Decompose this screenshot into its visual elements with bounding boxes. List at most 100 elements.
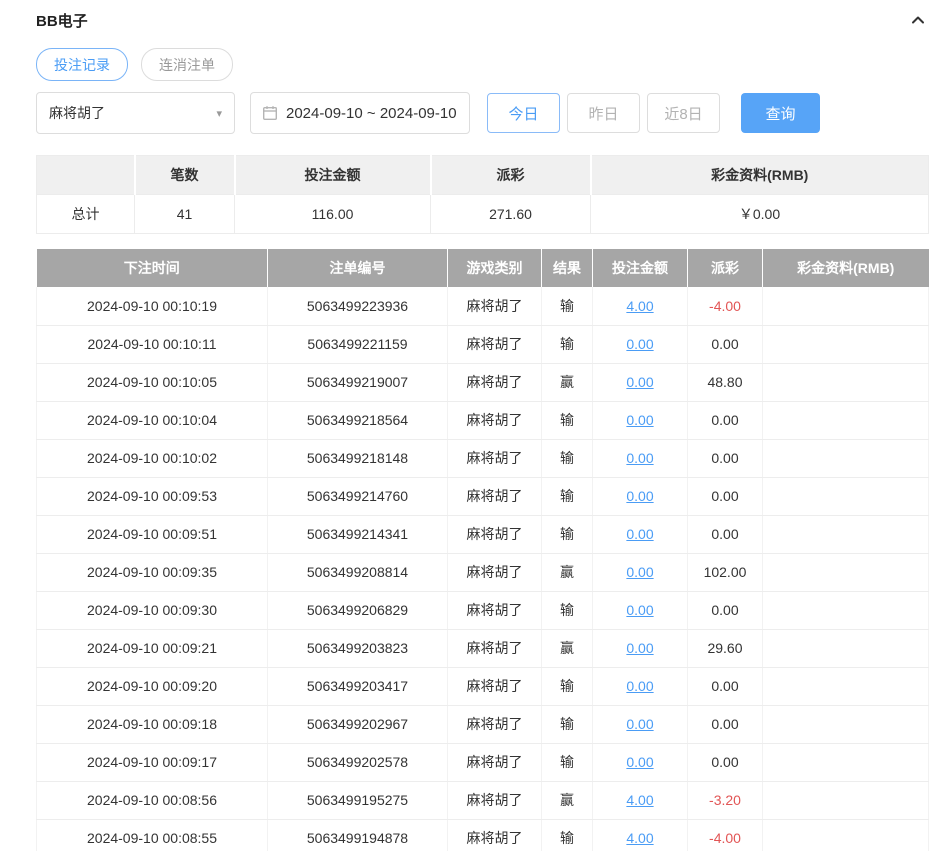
bet-amount-cell: 0.00 <box>593 363 688 401</box>
table-row: 2024-09-10 00:08:555063499194878麻将胡了输4.0… <box>37 819 929 851</box>
payout-cell: 0.00 <box>688 439 763 477</box>
table-row: 2024-09-10 00:09:175063499202578麻将胡了输0.0… <box>37 743 929 781</box>
header-bet-time: 下注时间 <box>37 249 268 287</box>
payout-cell: 102.00 <box>688 553 763 591</box>
bet-amount-cell: 0.00 <box>593 743 688 781</box>
summary-header-bet-amount: 投注金额 <box>235 156 431 195</box>
summary-header-count: 笔数 <box>135 156 235 195</box>
bet-time-cell: 2024-09-10 00:09:51 <box>37 515 268 553</box>
summary-header-payout: 派彩 <box>431 156 591 195</box>
bet-amount-link[interactable]: 0.00 <box>626 450 653 466</box>
order-id-cell: 5063499202967 <box>268 705 448 743</box>
header-payout: 派彩 <box>688 249 763 287</box>
table-row: 2024-09-10 00:09:515063499214341麻将胡了输0.0… <box>37 515 929 553</box>
search-button[interactable]: 查询 <box>741 93 820 133</box>
page-title: BB电子 <box>36 10 88 31</box>
bet-time-cell: 2024-09-10 00:10:02 <box>37 439 268 477</box>
bet-amount-cell: 0.00 <box>593 477 688 515</box>
header-bet-amount: 投注金额 <box>593 249 688 287</box>
bet-table-header-row: 下注时间 注单编号 游戏类别 结果 投注金额 派彩 彩金资料(RMB) <box>37 249 929 287</box>
result-cell: 赢 <box>542 553 593 591</box>
payout-cell: 0.00 <box>688 401 763 439</box>
bet-amount-link[interactable]: 0.00 <box>626 716 653 732</box>
summary-total-label: 总计 <box>37 195 135 234</box>
bet-amount-link[interactable]: 0.00 <box>626 488 653 504</box>
bet-time-cell: 2024-09-10 00:08:55 <box>37 819 268 851</box>
table-row: 2024-09-10 00:09:205063499203417麻将胡了输0.0… <box>37 667 929 705</box>
filter-bar: 麻将胡了 ▾ 2024-09-10 ~ 2024-09-10 今日 昨日 近8日… <box>36 92 929 134</box>
date-range-picker[interactable]: 2024-09-10 ~ 2024-09-10 <box>250 92 470 134</box>
bonus-cell <box>763 439 929 477</box>
today-button[interactable]: 今日 <box>487 93 560 133</box>
game-type-cell: 麻将胡了 <box>448 781 542 819</box>
summary-header-row: 笔数 投注金额 派彩 彩金资料(RMB) <box>37 156 929 195</box>
bonus-cell <box>763 667 929 705</box>
bet-amount-cell: 0.00 <box>593 325 688 363</box>
bet-amount-link[interactable]: 0.00 <box>626 602 653 618</box>
game-type-cell: 麻将胡了 <box>448 819 542 851</box>
bet-amount-cell: 0.00 <box>593 515 688 553</box>
result-cell: 输 <box>542 325 593 363</box>
bet-amount-link[interactable]: 4.00 <box>626 830 653 846</box>
yesterday-button[interactable]: 昨日 <box>567 93 640 133</box>
bonus-cell <box>763 705 929 743</box>
section-header: BB电子 <box>36 8 929 32</box>
payout-cell: -4.00 <box>688 819 763 851</box>
order-id-cell: 5063499203823 <box>268 629 448 667</box>
bet-amount-link[interactable]: 0.00 <box>626 754 653 770</box>
bet-amount-link[interactable]: 4.00 <box>626 792 653 808</box>
bet-amount-cell: 4.00 <box>593 781 688 819</box>
bonus-cell <box>763 477 929 515</box>
game-type-cell: 麻将胡了 <box>448 325 542 363</box>
order-id-cell: 5063499208814 <box>268 553 448 591</box>
header-game-type: 游戏类别 <box>448 249 542 287</box>
bet-amount-cell: 4.00 <box>593 819 688 851</box>
tab-bet-records[interactable]: 投注记录 <box>36 48 128 81</box>
header-bonus: 彩金资料(RMB) <box>763 249 929 287</box>
bet-amount-link[interactable]: 0.00 <box>626 564 653 580</box>
result-cell: 输 <box>542 287 593 325</box>
bet-amount-link[interactable]: 4.00 <box>626 298 653 314</box>
bet-amount-link[interactable]: 0.00 <box>626 640 653 656</box>
summary-total-bonus: ￥0.00 <box>591 195 929 234</box>
bet-time-cell: 2024-09-10 00:09:18 <box>37 705 268 743</box>
tab-cancelled-orders[interactable]: 连消注单 <box>141 48 233 81</box>
summary-total-bet-amount: 116.00 <box>235 195 431 234</box>
collapse-chevron-icon[interactable] <box>907 9 929 31</box>
result-cell: 赢 <box>542 629 593 667</box>
payout-cell: 48.80 <box>688 363 763 401</box>
order-id-cell: 5063499195275 <box>268 781 448 819</box>
header-order-id: 注单编号 <box>268 249 448 287</box>
bet-amount-cell: 0.00 <box>593 439 688 477</box>
result-cell: 输 <box>542 401 593 439</box>
order-id-cell: 5063499218148 <box>268 439 448 477</box>
result-cell: 输 <box>542 743 593 781</box>
bet-time-cell: 2024-09-10 00:08:56 <box>37 781 268 819</box>
bet-amount-link[interactable]: 0.00 <box>626 412 653 428</box>
game-type-cell: 麻将胡了 <box>448 515 542 553</box>
chevron-down-icon: ▾ <box>216 107 222 120</box>
bet-amount-link[interactable]: 0.00 <box>626 678 653 694</box>
game-type-cell: 麻将胡了 <box>448 553 542 591</box>
bonus-cell <box>763 515 929 553</box>
order-id-cell: 5063499218564 <box>268 401 448 439</box>
bet-amount-cell: 0.00 <box>593 553 688 591</box>
payout-cell: -4.00 <box>688 287 763 325</box>
bet-amount-link[interactable]: 0.00 <box>626 336 653 352</box>
summary-total-count: 41 <box>135 195 235 234</box>
table-row: 2024-09-10 00:09:185063499202967麻将胡了输0.0… <box>37 705 929 743</box>
result-cell: 输 <box>542 439 593 477</box>
bet-amount-cell: 0.00 <box>593 401 688 439</box>
bet-time-cell: 2024-09-10 00:10:11 <box>37 325 268 363</box>
game-select[interactable]: 麻将胡了 ▾ <box>36 92 235 134</box>
last-8-days-button[interactable]: 近8日 <box>647 93 720 133</box>
result-cell: 输 <box>542 515 593 553</box>
bet-amount-link[interactable]: 0.00 <box>626 526 653 542</box>
order-id-cell: 5063499214760 <box>268 477 448 515</box>
bonus-cell <box>763 287 929 325</box>
result-cell: 输 <box>542 591 593 629</box>
bet-amount-link[interactable]: 0.00 <box>626 374 653 390</box>
order-id-cell: 5063499223936 <box>268 287 448 325</box>
order-id-cell: 5063499206829 <box>268 591 448 629</box>
bet-time-cell: 2024-09-10 00:10:19 <box>37 287 268 325</box>
